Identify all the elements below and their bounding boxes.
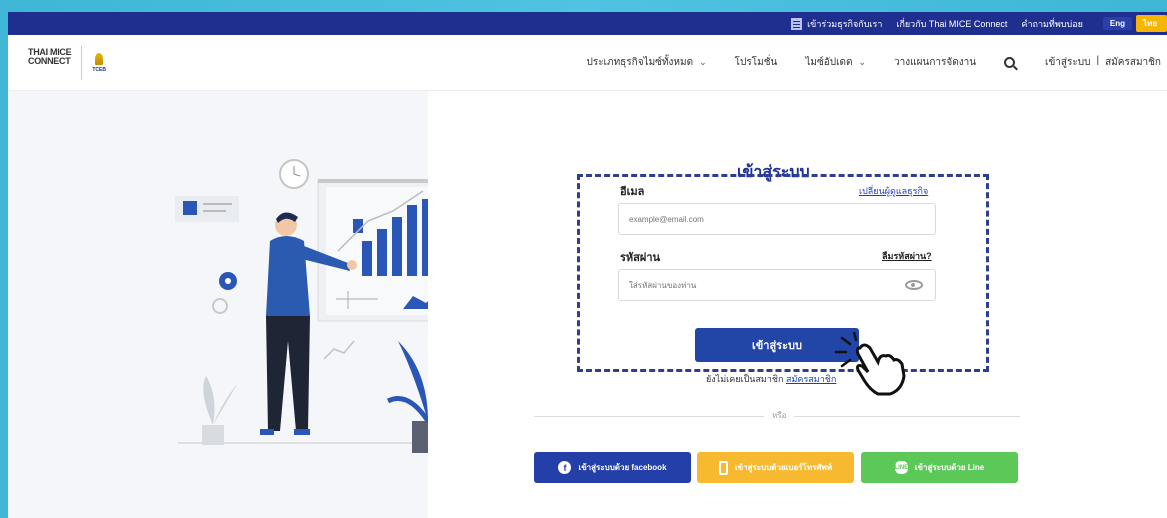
password-input[interactable] bbox=[618, 269, 936, 301]
about-link[interactable]: เกี่ยวกับ Thai MICE Connect bbox=[896, 17, 1007, 31]
facebook-login-label: เข้าสู่ระบบด้วย facebook bbox=[578, 463, 667, 472]
lang-eng-button[interactable]: Eng bbox=[1102, 17, 1133, 30]
nav-login-link[interactable]: เข้าสู่ระบบ bbox=[1045, 55, 1090, 70]
logo-line2: CONNECT bbox=[28, 56, 71, 66]
nav-item-label: วางแผนการจัดงาน bbox=[894, 57, 977, 68]
tceb-flame-icon bbox=[95, 52, 104, 65]
logo-divider bbox=[81, 45, 83, 80]
auth-links: เข้าสู่ระบบ | สมัครสมาชิก bbox=[1045, 55, 1161, 70]
switch-admin-link[interactable]: เปลี่ยนผู้ดูแลธุรกิจ bbox=[859, 184, 928, 198]
tceb-label: TCEB bbox=[92, 66, 106, 73]
about-link-label: เกี่ยวกับ Thai MICE Connect bbox=[896, 18, 1008, 29]
phone-login-label: เข้าสู่ระบบด้วยเบอร์โทรศัพท์ bbox=[734, 463, 833, 472]
hand-pointer-icon bbox=[834, 332, 906, 396]
forgot-password-link[interactable]: ลืมรหัสผ่าน? bbox=[882, 249, 932, 263]
facebook-login-button[interactable]: f เข้าสู่ระบบด้วย facebook bbox=[534, 452, 691, 483]
phone-login-button[interactable]: เข้าสู่ระบบด้วยเบอร์โทรศัพท์ bbox=[697, 452, 854, 483]
page: เข้าร่วมธุรกิจกับเรา เกี่ยวกับ Thai MICE… bbox=[8, 12, 1167, 518]
nav-item-mice-update[interactable]: ไมซ์อัปเดต ⌄ bbox=[805, 55, 866, 70]
site-logo[interactable]: THAI MICE CONNECT TCEB bbox=[28, 45, 106, 80]
nav-item-label: ไมซ์อัปเดต bbox=[805, 57, 853, 68]
nav-item-promotions[interactable]: โปรโมชั่น bbox=[735, 55, 778, 70]
or-text: หรือ bbox=[764, 409, 795, 422]
main-navbar: THAI MICE CONNECT TCEB ประเภทธุรกิจไมซ์ท… bbox=[8, 35, 1167, 91]
thai-mice-connect-logo: THAI MICE CONNECT bbox=[28, 48, 72, 77]
nav-item-label: ประเภทธุรกิจไมซ์ทั้งหมด bbox=[586, 57, 694, 68]
no-account-text: ยังไม่เคยเป็นสมาชิก bbox=[706, 374, 784, 384]
faq-link[interactable]: คำถามที่พบบ่อย bbox=[1021, 17, 1082, 31]
mobile-phone-icon bbox=[718, 460, 728, 475]
partner-link[interactable]: เข้าร่วมธุรกิจกับเรา bbox=[791, 17, 882, 31]
nav-item-event-planning[interactable]: วางแผนการจัดงาน bbox=[894, 55, 976, 70]
faq-link-label: คำถามที่พบบ่อย bbox=[1021, 18, 1083, 29]
register-link[interactable]: สมัครสมาชิก bbox=[786, 374, 836, 384]
top-utility-bar: เข้าร่วมธุรกิจกับเรา เกี่ยวกับ Thai MICE… bbox=[8, 12, 1167, 35]
line-login-button[interactable]: LINE เข้าสู่ระบบด้วย Line bbox=[861, 452, 1018, 483]
nav-register-link[interactable]: สมัครสมาชิก bbox=[1105, 55, 1161, 70]
register-prompt: ยังไม่เคยเป็นสมาชิก สมัครสมาชิก bbox=[706, 372, 836, 386]
tceb-logo: TCEB bbox=[92, 52, 106, 73]
email-label: อีเมล bbox=[620, 186, 645, 198]
partner-link-label: เข้าร่วมธุรกิจกับเรา bbox=[807, 18, 883, 29]
line-login-label: เข้าสู่ระบบด้วย Line bbox=[914, 463, 985, 472]
building-icon bbox=[791, 17, 803, 30]
nav-item-label: โปรโมชั่น bbox=[734, 57, 778, 68]
facebook-icon: f bbox=[558, 461, 572, 474]
email-input[interactable] bbox=[618, 203, 936, 235]
lang-thai-button[interactable]: ไทย bbox=[1136, 15, 1167, 32]
nav-item-business-types[interactable]: ประเภทธุรกิจไมซ์ทั้งหมด ⌄ bbox=[586, 55, 706, 70]
presentation-illustration bbox=[175, 159, 428, 453]
password-label: รหัสผ่าน bbox=[620, 252, 661, 264]
language-switcher: Eng ไทย bbox=[1102, 15, 1167, 32]
chevron-down-icon: ⌄ bbox=[858, 57, 867, 67]
chevron-down-icon: ⌄ bbox=[699, 57, 707, 67]
search-icon[interactable] bbox=[1004, 57, 1016, 68]
line-icon: LINE bbox=[894, 461, 908, 474]
show-password-eye-icon[interactable] bbox=[905, 280, 923, 290]
nav-menu: ประเภทธุรกิจไมซ์ทั้งหมด ⌄ โปรโมชั่น ไมซ์… bbox=[586, 55, 1167, 70]
nav-separator: | bbox=[1096, 55, 1100, 66]
